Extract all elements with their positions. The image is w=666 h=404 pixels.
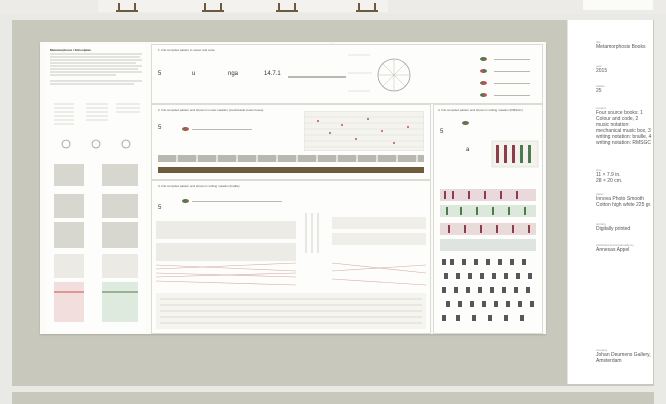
colour-dot-2 [480, 69, 487, 73]
info-courtesy: courtesy Johan Deumens Gallery, Amsterda… [596, 348, 652, 364]
info-content: content Four source books: 1 Colour and … [596, 106, 652, 146]
colour-dot-4 [480, 93, 487, 97]
colour-wheel-diagram [348, 54, 411, 92]
panel-colour-code: 1. first compiled pattern in colour and … [151, 44, 543, 104]
panel-1-number-a: u [192, 71, 196, 77]
info-edition: edition 25 [596, 84, 652, 94]
info-content-value: Four source books: 1 Colour and code, 2 … [596, 110, 652, 146]
panel-braille: 3. first compiled pattern and shown in w… [151, 180, 431, 334]
panel-2-title: 2. first compiled pattern and shown in m… [158, 108, 264, 112]
info-printing: printing Digitally printed [596, 222, 652, 232]
panel-3-number-left: 5 [158, 205, 162, 211]
next-image-strip [12, 392, 654, 404]
book-objects-photo [98, 0, 388, 12]
panel-4-title: 4. first compiled pattern and shown in w… [438, 108, 523, 112]
braille-pattern [156, 213, 427, 329]
info-edition-value: 25 [596, 88, 602, 94]
panel-1-number-right: 14.7.1 [264, 71, 281, 77]
info-size-value: 11 × 7.9 in. 28 × 20 cm. [596, 172, 623, 184]
info-courtesy-value: Johan Deumens Gallery, Amsterdam [596, 352, 651, 364]
panel-3-title: 3. first compiled pattern and shown in w… [158, 184, 240, 188]
info-title: title Metamorphosis Books [596, 40, 652, 50]
previous-info-card [583, 0, 653, 10]
panel-4-dot [462, 121, 469, 125]
info-publisher: published and handmade by Annesas Appel [596, 243, 652, 253]
music-staff-row [158, 155, 424, 162]
panel-2-dot [182, 127, 189, 131]
panel-rmsgc: 4. first compiled pattern and shown in w… [433, 104, 543, 334]
intro-panel: Metamorphosis / Schoolplan [46, 44, 146, 332]
info-size: size 11 × 7.9 in. 28 × 20 cm. [596, 168, 652, 184]
panel-4-number-left: 5 [440, 129, 444, 135]
info-year-value: 2015 [596, 68, 608, 74]
music-box-strip [304, 111, 424, 151]
poster-spread: Metamorphosis / Schoolplan 1. first comp… [40, 42, 546, 334]
panel-1-number-left: 5 [158, 71, 162, 77]
info-year: year 2015 [596, 64, 652, 74]
panel-music-notation: 2. first compiled pattern and shown in m… [151, 104, 431, 180]
colour-dot-3 [480, 81, 487, 85]
panel-3-dot [182, 199, 189, 203]
info-paper-value: Innova Photo Smooth Cotton high white 22… [596, 196, 652, 208]
colour-dot-1 [480, 57, 487, 61]
info-printing-value: Digitally printed [596, 226, 631, 232]
info-paper: paper Innova Photo Smooth Cotton high wh… [596, 192, 652, 208]
rmsgc-colour-grid [440, 140, 539, 321]
info-title-value: Metamorphosis Books [596, 44, 646, 50]
panel-2-number-left: 5 [158, 125, 162, 131]
intro-text-block [50, 53, 142, 322]
panel-1-number-mid: nga [228, 71, 239, 77]
music-bar-bronze [158, 167, 424, 173]
panel-1-title: 1. first compiled pattern in colour and … [158, 48, 215, 52]
info-publisher-value: Annesas Appel [596, 247, 630, 253]
